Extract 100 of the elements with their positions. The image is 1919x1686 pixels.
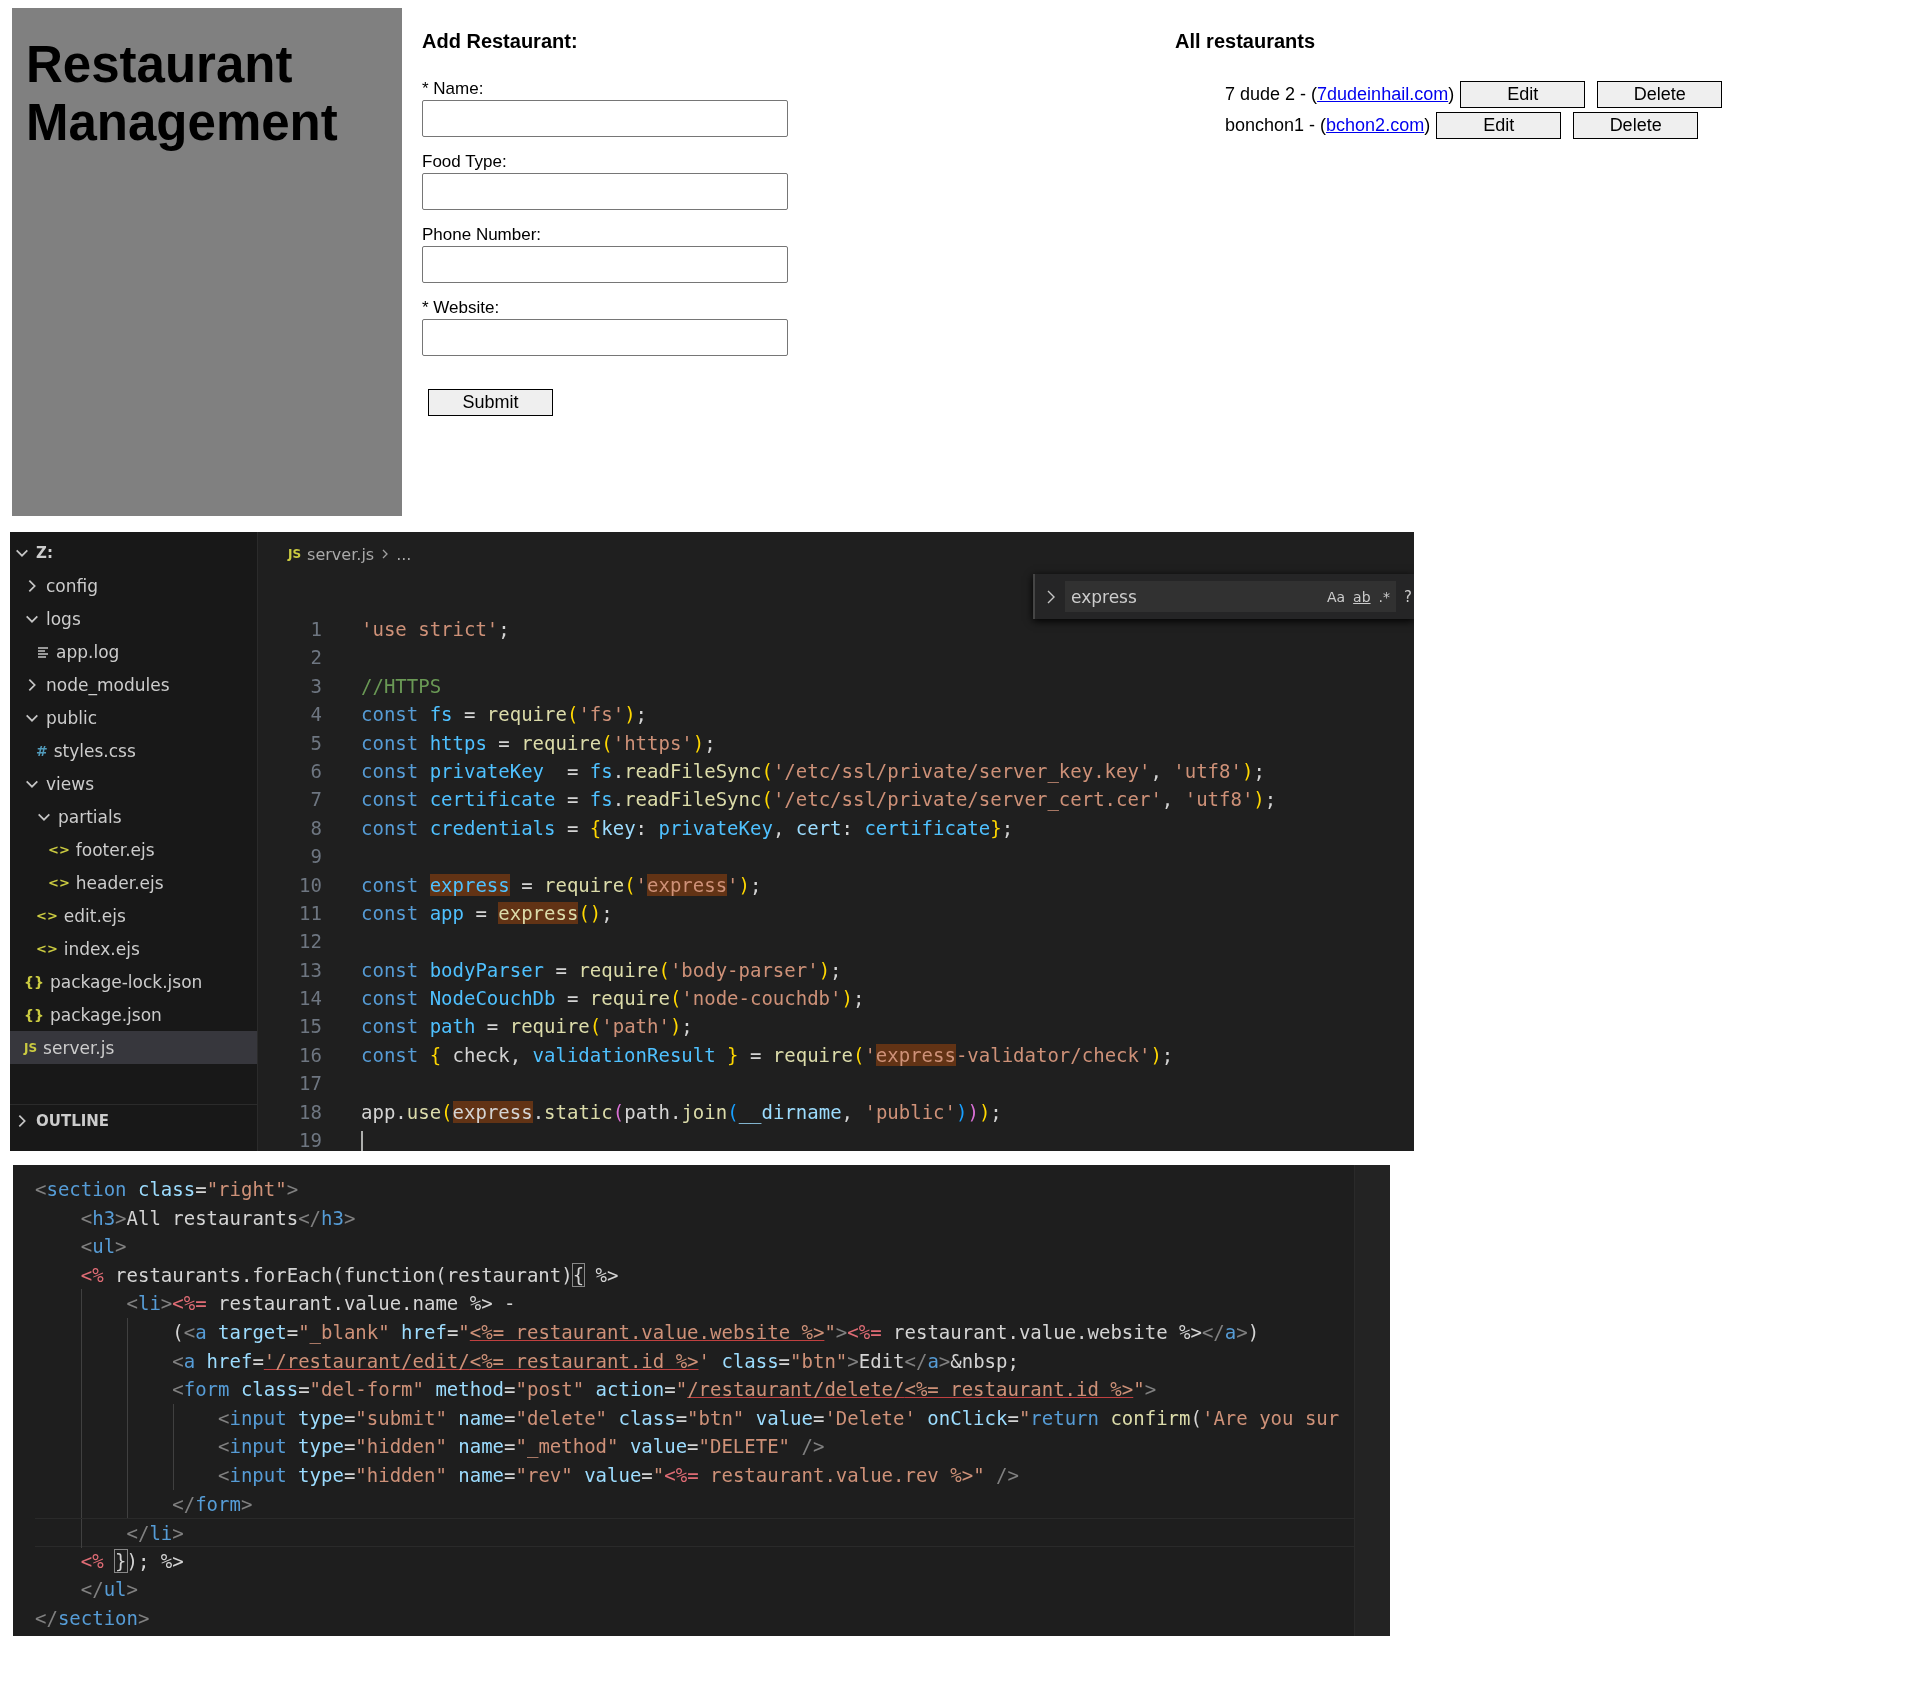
code-line: app.use(express.static(path.join(__dirname, 'public'))); xyxy=(360,1100,1002,1125)
edit-button[interactable]: Edit xyxy=(1460,81,1586,108)
input-field[interactable] xyxy=(422,246,788,283)
line-number: 10 xyxy=(298,873,322,897)
line-number: 16 xyxy=(298,1043,322,1068)
line-number: 2 xyxy=(309,646,322,670)
restaurant-name: 7 dude 2 - ( xyxy=(1225,84,1318,105)
line-number: 4 xyxy=(309,703,322,727)
line-number: 6 xyxy=(309,759,322,784)
tree-item[interactable]: partials xyxy=(10,800,257,833)
code-line: const bodyParser = require('body-parser'); xyxy=(360,958,842,983)
code-line: <input type="hidden" name="rev" value="<%= restaurant.value.rev %>" /> xyxy=(218,1463,1019,1486)
submit-button[interactable]: Submit xyxy=(428,389,553,416)
search-field[interactable]: express Aa ab .* xyxy=(1065,581,1397,612)
tree-item[interactable]: <> header.ejs xyxy=(10,866,257,899)
text-cursor xyxy=(361,1130,363,1151)
file-type-icon: <> xyxy=(48,875,70,890)
option-toggle[interactable]: ab xyxy=(1353,588,1371,605)
tree-item[interactable]: app.log xyxy=(10,635,257,668)
code-line: const https = require('https'); xyxy=(360,731,716,755)
code-line: const express = require('express'); xyxy=(360,873,762,897)
tree-item[interactable]: <> index.ejs xyxy=(10,932,257,965)
code-line: </li> xyxy=(126,1522,184,1545)
file-type-icon: JS xyxy=(24,1040,38,1055)
line-number: 9 xyxy=(309,845,322,869)
code-line: <section class="right"> xyxy=(35,1178,299,1200)
line-number: 13 xyxy=(298,958,322,983)
field-label: Phone Number: xyxy=(422,225,542,245)
code-line: const { check, validationResult } = require('express-validator/check'); xyxy=(360,1043,1174,1068)
code-line: const certificate = fs.readFileSync('/etc/ssl/private/server_cert.cer', 'utf8'); xyxy=(360,788,1277,812)
delete-button[interactable]: Delete xyxy=(1573,112,1699,139)
line-number: 17 xyxy=(298,1072,322,1096)
option-toggle[interactable]: .* xyxy=(1378,588,1391,605)
line-number: 5 xyxy=(309,731,322,755)
tree-item[interactable]: {} package.json xyxy=(10,998,257,1031)
tree-item[interactable]: views xyxy=(10,767,257,800)
delete-button[interactable]: Delete xyxy=(1597,81,1723,108)
file-type-icon: <> xyxy=(48,842,70,857)
restaurant-name: bonchon1 - ( xyxy=(1225,115,1327,136)
tree-item[interactable]: public xyxy=(10,701,257,734)
code-line: <% }); %> xyxy=(80,1549,184,1572)
outline-section[interactable]: OUTLINE xyxy=(10,1104,257,1137)
file-type-icon: <> xyxy=(36,908,58,923)
field-label: Food Type: xyxy=(422,152,507,172)
field-label: * Name: xyxy=(422,79,484,99)
code-line: const NodeCouchDb = require('node-couchdb'); xyxy=(360,987,865,1011)
line-number: 19 xyxy=(298,1129,322,1151)
line-number: 12 xyxy=(298,930,322,954)
tree-item[interactable]: <> footer.ejs xyxy=(10,833,257,866)
folder-name: Z: xyxy=(36,543,53,562)
line-number: 8 xyxy=(309,816,322,841)
input-field[interactable] xyxy=(422,173,788,210)
line-number: 15 xyxy=(298,1015,322,1039)
code-line: 'use strict'; xyxy=(360,618,510,642)
website-link[interactable]: bchon2.com xyxy=(1326,115,1425,136)
file-type-icon: <> xyxy=(36,941,58,956)
code-line: <input type="submit" name="delete" class="btn" value='Delete' onClick="return confirm('Are you sur xyxy=(218,1406,1340,1429)
code-line: const credentials = {key: privateKey, cert: certificate}; xyxy=(360,816,1014,841)
website-link[interactable]: 7dudeinhail.com xyxy=(1317,84,1449,105)
code-line: <input type="hidden" name="_method" value="DELETE" /> xyxy=(218,1435,825,1458)
code-line: <form class="del-form" method="post" action="/restaurant/delete/<%= restaurant.id %>"> xyxy=(172,1378,1157,1401)
list-heading: All restaurants xyxy=(1175,30,1317,53)
tree-item[interactable]: node_modules xyxy=(10,668,257,701)
field-label: * Website: xyxy=(422,298,500,318)
tree-item[interactable]: JS server.js xyxy=(10,1031,257,1064)
code-line: </section> xyxy=(35,1606,150,1629)
closing-paren: ) xyxy=(1448,84,1455,105)
code-line: (<a target="_blank" href="<%= restaurant.value.website %>"><%= restaurant.value.website %></a>) xyxy=(172,1320,1260,1343)
edit-button[interactable]: Edit xyxy=(1436,112,1562,139)
chevron-icon xyxy=(1045,588,1057,605)
code-line: const path = require('path'); xyxy=(360,1015,693,1039)
breadcrumb-item[interactable]: ... xyxy=(396,544,412,564)
file-type-icon: JS xyxy=(288,547,302,561)
line-number: 7 xyxy=(309,788,322,812)
line-number: 3 xyxy=(309,674,322,699)
option-toggle[interactable]: Aa xyxy=(1326,588,1346,605)
file-type-icon: {} xyxy=(24,973,44,990)
tree-item[interactable]: {} package-lock.json xyxy=(10,965,257,998)
code-line: </ul> xyxy=(80,1578,138,1601)
file-type-icon: # xyxy=(36,742,48,759)
result-count: ? xyxy=(1404,587,1413,606)
code-line: <% restaurants.forEach(function(restaurant){ %> xyxy=(80,1263,619,1286)
code-line: const app = express(); xyxy=(360,901,613,926)
tree-item[interactable]: <> edit.ejs xyxy=(10,899,257,932)
tree-item[interactable]: # styles.css xyxy=(10,734,257,767)
form-heading: Add Restaurant: xyxy=(422,30,578,53)
input-field[interactable] xyxy=(422,100,788,137)
input-field[interactable] xyxy=(422,319,788,356)
line-number: 14 xyxy=(298,987,322,1011)
breadcrumb-item[interactable]: server.js xyxy=(307,544,375,564)
code-line: <ul> xyxy=(80,1235,127,1258)
file-lines-icon xyxy=(36,644,50,659)
tree-item[interactable]: config xyxy=(10,569,257,602)
site-title: Restaurant Management xyxy=(26,36,339,152)
code-line: const fs = require('fs'); xyxy=(360,703,648,727)
code-line: <a href='/restaurant/edit/<%= restaurant.id %>' class="btn">Edit</a>&nbsp; xyxy=(172,1349,1019,1372)
file-type-icon: {} xyxy=(24,1006,44,1023)
tree-item[interactable]: logs xyxy=(10,602,257,635)
code-line: <li><%= restaurant.value.name %> - xyxy=(126,1292,516,1315)
code-line: //HTTPS xyxy=(360,674,442,699)
